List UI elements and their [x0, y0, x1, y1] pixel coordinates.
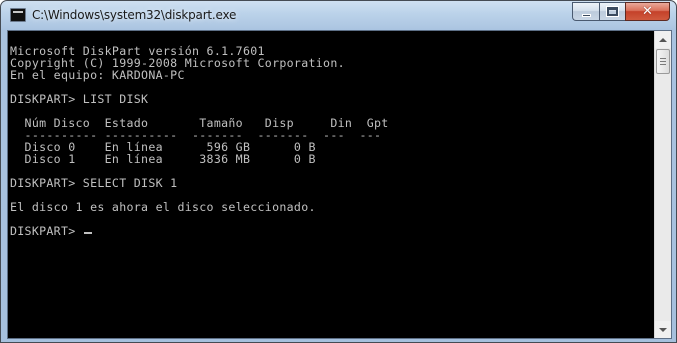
console-frame: Microsoft DiskPart versión 6.1.7601 Copy… [7, 30, 672, 339]
scroll-up-button[interactable] [655, 31, 671, 48]
console-line: DISKPART> SELECT DISK 1 [10, 176, 178, 190]
console-icon[interactable] [10, 8, 26, 22]
window-title: C:\Windows\system32\diskpart.exe [32, 8, 237, 22]
console-prompt-line[interactable]: DISKPART> [10, 225, 654, 237]
text-cursor [83, 232, 92, 234]
maximize-button[interactable] [599, 2, 625, 21]
console-line: En el equipo: KARDONA-PC [10, 68, 185, 82]
grip-icon [660, 61, 666, 62]
up-arrow-icon [659, 37, 667, 42]
grip-icon [660, 58, 666, 59]
console-output[interactable]: Microsoft DiskPart versión 6.1.7601 Copy… [8, 31, 654, 338]
grip-icon [660, 64, 666, 65]
down-arrow-icon [659, 327, 667, 332]
scrollbar-thumb[interactable] [656, 49, 670, 74]
console-window: C:\Windows\system32\diskpart.exe ✕ Micro… [0, 0, 677, 343]
maximize-icon [607, 7, 618, 16]
console-line: DISKPART> LIST DISK [10, 92, 149, 106]
vertical-scrollbar[interactable] [654, 31, 671, 338]
close-icon: ✕ [642, 4, 653, 19]
title-bar[interactable]: C:\Windows\system32\diskpart.exe ✕ [1, 1, 676, 31]
close-button[interactable]: ✕ [625, 2, 670, 21]
caption-buttons: ✕ [572, 2, 670, 21]
prompt-text: DISKPART> [10, 224, 83, 238]
minimize-button[interactable] [572, 2, 599, 21]
console-line: Disco 1 En línea 3836 MB 0 B [10, 152, 316, 166]
minimize-icon [581, 13, 591, 17]
scroll-down-button[interactable] [655, 321, 671, 338]
console-line: El disco 1 es ahora el disco seleccionad… [10, 200, 316, 214]
